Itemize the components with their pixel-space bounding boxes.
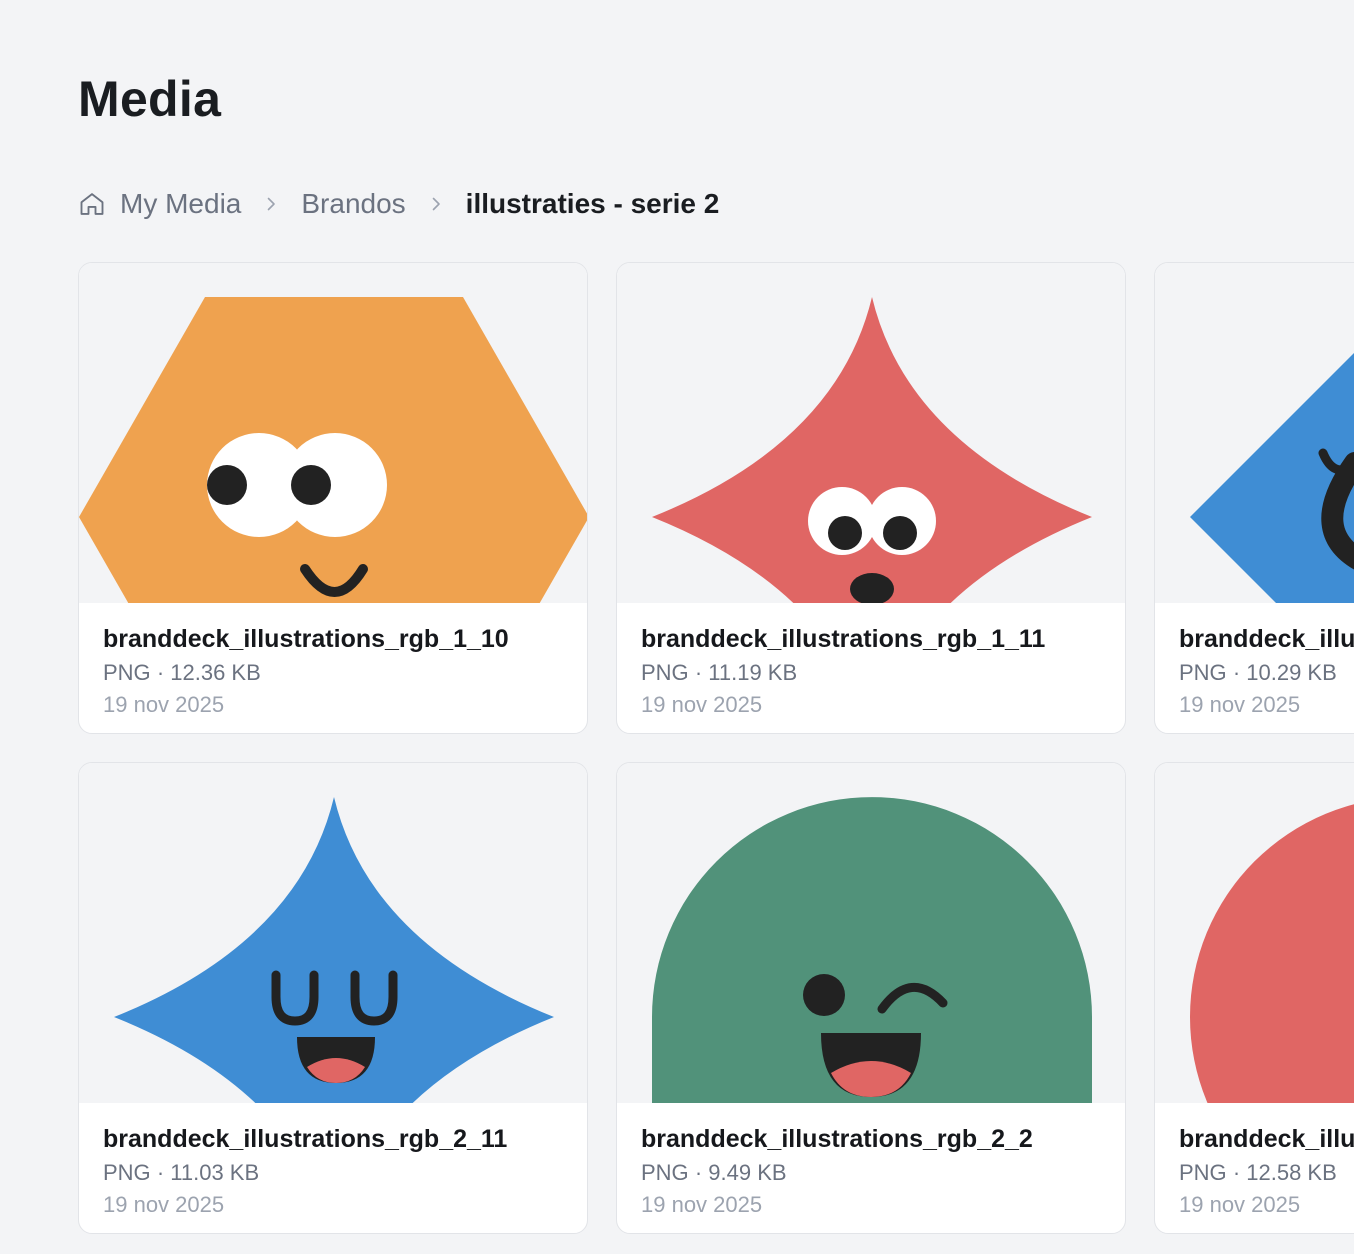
page-title: Media bbox=[78, 71, 222, 127]
file-name: branddeck_illustrations_rgb_2_11 bbox=[103, 1125, 508, 1153]
file-name: branddeck_illustrations_rgb_1_12 bbox=[1179, 625, 1354, 653]
media-thumbnail bbox=[79, 263, 587, 603]
media-card[interactable]: branddeck_illustrations_rgb_1_10 PNG · 1… bbox=[78, 262, 588, 734]
file-meta: PNG · 12.58 KB bbox=[1179, 1160, 1337, 1185]
file-name: branddeck_illustrations_rgb_2_2 bbox=[641, 1125, 1033, 1153]
media-card[interactable]: branddeck_illustrations_rgb_1_11 PNG · 1… bbox=[616, 262, 1126, 734]
file-meta: PNG · 10.29 KB bbox=[1179, 660, 1337, 685]
file-date: 19 nov 2025 bbox=[1179, 1192, 1301, 1217]
file-name: branddeck_illustrations_rgb_2_3 bbox=[1179, 1125, 1354, 1153]
file-meta: PNG · 9.49 KB bbox=[641, 1160, 787, 1185]
chevron-right-icon bbox=[428, 196, 444, 212]
file-meta: PNG · 12.36 KB bbox=[103, 660, 261, 685]
media-thumbnail bbox=[1155, 263, 1354, 603]
file-date: 19 nov 2025 bbox=[103, 692, 225, 717]
media-card[interactable]: branddeck_illustrations_rgb_2_2 PNG · 9.… bbox=[616, 762, 1126, 1234]
breadcrumb-current-folder: illustraties - serie 2 bbox=[465, 188, 720, 219]
red-star-illustration bbox=[652, 297, 1092, 603]
chevron-right-icon bbox=[263, 196, 279, 212]
file-name: branddeck_illustrations_rgb_1_11 bbox=[641, 625, 1046, 653]
file-meta: PNG · 11.19 KB bbox=[641, 660, 798, 685]
file-date: 19 nov 2025 bbox=[103, 1192, 225, 1217]
blue-diamond-illustration bbox=[1190, 353, 1354, 603]
file-meta: PNG · 11.03 KB bbox=[103, 1160, 260, 1185]
file-name: branddeck_illustrations_rgb_1_10 bbox=[103, 625, 509, 653]
media-thumbnail bbox=[617, 763, 1125, 1103]
home-icon[interactable] bbox=[78, 190, 106, 218]
media-card[interactable]: branddeck_illustrations_rgb_1_12 PNG · 1… bbox=[1154, 262, 1354, 734]
media-card[interactable]: branddeck_illustrations_rgb_2_3 PNG · 12… bbox=[1154, 762, 1354, 1234]
media-thumbnail bbox=[1155, 763, 1354, 1103]
media-page: Media My Media Brandos illustraties - se… bbox=[0, 0, 1354, 1254]
media-thumbnail bbox=[617, 263, 1125, 603]
file-date: 19 nov 2025 bbox=[1179, 692, 1301, 717]
media-thumbnail bbox=[79, 763, 587, 1103]
media-grid: branddeck_illustrations_rgb_1_10 PNG · 1… bbox=[78, 262, 1354, 1234]
media-card[interactable]: branddeck_illustrations_rgb_2_11 PNG · 1… bbox=[78, 762, 588, 1234]
breadcrumb: My Media Brandos illustraties - serie 2 bbox=[78, 184, 719, 224]
file-date: 19 nov 2025 bbox=[641, 1192, 763, 1217]
breadcrumb-brandos[interactable]: Brandos bbox=[301, 188, 405, 220]
file-date: 19 nov 2025 bbox=[641, 692, 763, 717]
red-circle-illustration bbox=[1190, 804, 1354, 1103]
breadcrumb-my-media[interactable]: My Media bbox=[120, 188, 241, 220]
